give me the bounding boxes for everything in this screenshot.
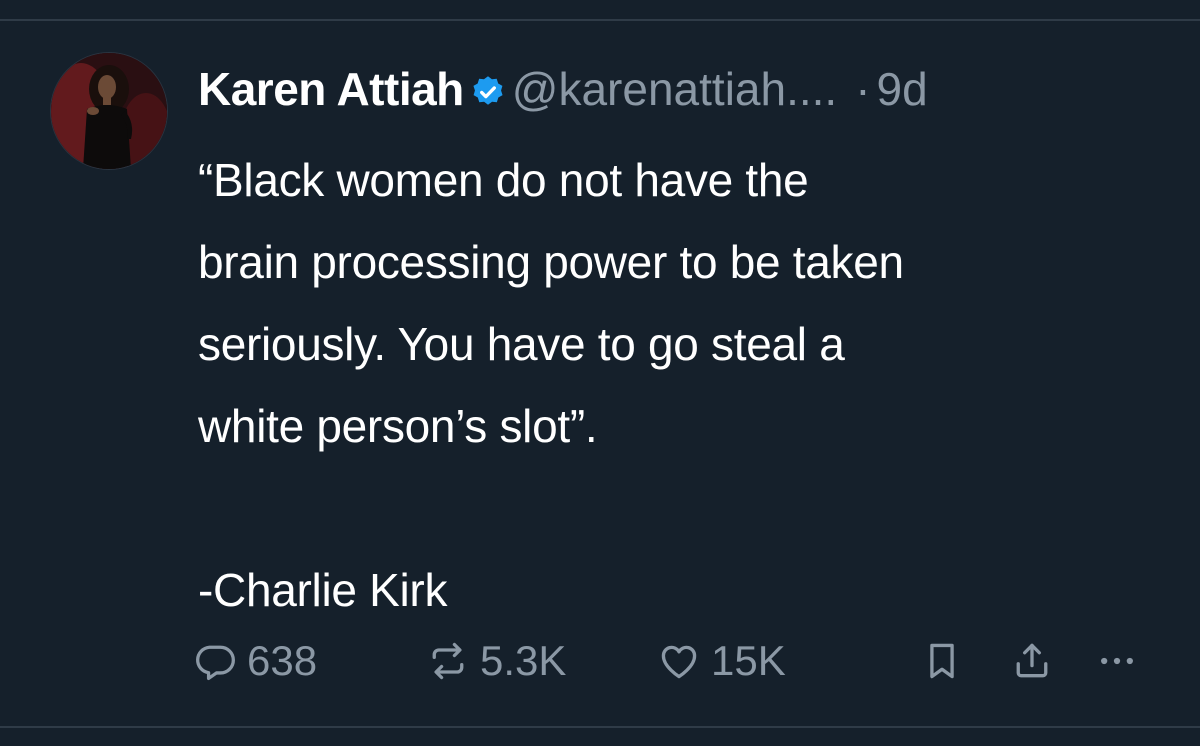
tweet-text-line: “Black women do not have the: [198, 154, 809, 206]
heart-icon: [661, 645, 697, 679]
reply-count: 638: [247, 637, 318, 684]
bookmark-icon: [930, 643, 954, 679]
tweet-text-line: white person’s slot”.: [198, 400, 598, 452]
tweet-text: “Black women do not have the brain proce…: [198, 139, 1178, 631]
retweet-button[interactable]: 5.3K: [426, 633, 566, 689]
share-button[interactable]: [1010, 633, 1054, 689]
avatar-image: [51, 53, 167, 169]
retweet-icon: [432, 642, 464, 680]
bottom-divider: [0, 726, 1200, 728]
like-count: 15K: [711, 637, 786, 684]
tweet-actions: 638 5.3K 15K: [193, 633, 1153, 689]
tweet-timestamp[interactable]: 9d: [877, 63, 928, 115]
author-name[interactable]: Karen Attiah: [198, 63, 464, 115]
share-icon: [1016, 643, 1048, 678]
tweet-card[interactable]: Karen Attiah @karenattiah.... · 9d “Black w…: [0, 21, 1200, 726]
more-button[interactable]: [1095, 633, 1139, 689]
author-handle[interactable]: @karenattiah....: [512, 63, 837, 115]
like-button[interactable]: 15K: [657, 633, 786, 689]
tweet-text-line: seriously. You have to go steal a: [198, 318, 845, 370]
reply-icon: [196, 645, 235, 681]
retweet-count: 5.3K: [480, 637, 567, 684]
bookmark-button[interactable]: [920, 633, 964, 689]
avatar[interactable]: [51, 53, 167, 169]
tweet-text-line: brain processing power to be taken: [198, 236, 904, 288]
text-spacer: [198, 467, 1178, 549]
verified-badge-icon: [473, 76, 503, 105]
more-icon: [1101, 657, 1133, 665]
reply-button[interactable]: 638: [193, 633, 317, 689]
tweet-header: Karen Attiah @karenattiah.... · 9d: [198, 59, 1168, 119]
header-separator: ·: [855, 63, 871, 115]
tweet-attribution: -Charlie Kirk: [198, 564, 448, 616]
